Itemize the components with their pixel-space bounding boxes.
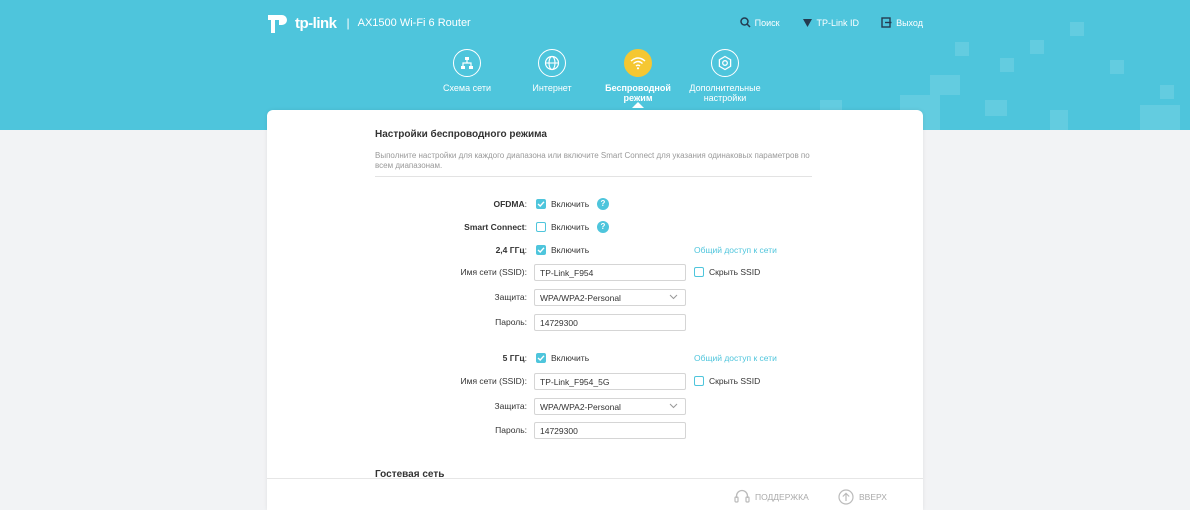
band5-security-row: Защита: WPA/WPA2-Personal	[267, 398, 923, 415]
network-map-icon	[453, 49, 481, 77]
band24-password-row: Пароль: 14729300	[267, 314, 923, 331]
band24-password-input[interactable]: 14729300	[534, 314, 686, 331]
band5-checkbox[interactable]	[536, 353, 546, 363]
nav-internet-label: Интернет	[532, 83, 572, 93]
band5-security-select[interactable]: WPA/WPA2-Personal	[534, 398, 686, 415]
support-button[interactable]: ПОДДЕРЖКА	[734, 489, 809, 504]
band5-ssid-label: Имя сети (SSID):	[460, 376, 528, 386]
search-icon	[739, 17, 751, 28]
tplink-id-link[interactable]: TP-Link ID	[802, 17, 860, 28]
logout-label: Выход	[896, 17, 923, 28]
nav-internet[interactable]: Интернет	[507, 49, 597, 93]
band24-option-label: Включить	[551, 245, 590, 255]
footer-bar: ПОДДЕРЖКА ВВЕРХ	[267, 478, 923, 510]
ofdma-label: OFDMA:	[493, 199, 527, 209]
wireless-settings-card: Настройки беспроводного режима Выполните…	[267, 110, 923, 510]
band24-hide-ssid-label: Скрыть SSID	[709, 267, 761, 277]
band5-password-row: Пароль: 14729300	[267, 422, 923, 439]
band24-label: 2,4 ГГц:	[495, 245, 527, 255]
smart-connect-checkbox[interactable]	[536, 222, 546, 232]
back-to-top-button[interactable]: ВВЕРХ	[838, 489, 887, 505]
band24-row: 2,4 ГГц: Включить Общий доступ к сети	[267, 242, 923, 258]
band5-ssid-row: Имя сети (SSID): TP-Link_F954_5G Скрыть …	[267, 373, 923, 390]
top-links: Поиск TP-Link ID Выход	[718, 17, 923, 28]
arrow-up-icon	[838, 489, 854, 505]
headset-icon	[734, 489, 750, 503]
band5-option-label: Включить	[551, 353, 590, 363]
band24-security-value: WPA/WPA2-Personal	[540, 293, 621, 303]
nav-network-map-label: Схема сети	[443, 83, 491, 93]
band5-share-link[interactable]: Общий доступ к сети	[694, 353, 777, 363]
page-title: Настройки беспроводного режима	[375, 129, 547, 140]
ofdma-option-label: Включить	[551, 199, 590, 209]
nav-advanced-label: Дополнительные настройки	[689, 83, 761, 103]
band24-ssid-input[interactable]: TP-Link_F954	[534, 264, 686, 281]
smart-connect-row: Smart Connect: Включить ?	[267, 219, 923, 235]
band24-checkbox[interactable]	[536, 245, 546, 255]
nav-network-map[interactable]: Схема сети	[422, 49, 512, 93]
band5-label: 5 ГГц:	[502, 353, 527, 363]
ofdma-checkbox[interactable]	[536, 199, 546, 209]
brand-logo: tp-link | AX1500 Wi-Fi 6 Router	[266, 12, 471, 34]
ofdma-help-icon[interactable]: ?	[597, 198, 609, 210]
band5-security-value: WPA/WPA2-Personal	[540, 402, 621, 412]
band24-security-label: Защита:	[494, 292, 527, 302]
model-name: AX1500 Wi-Fi 6 Router	[357, 17, 471, 29]
band24-password-label: Пароль:	[495, 317, 527, 327]
back-to-top-label: ВВЕРХ	[859, 492, 887, 502]
band5-hide-ssid-label: Скрыть SSID	[709, 376, 761, 386]
page-description: Выполните настройки для каждого диапазон…	[375, 151, 812, 177]
support-label: ПОДДЕРЖКА	[755, 491, 809, 502]
tplink-id-icon	[802, 19, 812, 27]
nav-wireless[interactable]: Беспроводной режим	[593, 49, 683, 103]
band5-security-label: Защита:	[494, 401, 527, 411]
gear-icon	[711, 49, 739, 77]
chevron-down-icon	[669, 403, 678, 409]
band24-ssid-label: Имя сети (SSID):	[460, 267, 528, 277]
band5-hide-ssid-checkbox[interactable]	[694, 376, 704, 386]
globe-icon	[538, 49, 566, 77]
brand-name: tp-link	[295, 14, 337, 32]
band24-share-link[interactable]: Общий доступ к сети	[694, 245, 777, 255]
nav-wireless-label: Беспроводной режим	[605, 83, 671, 103]
band24-ssid-row: Имя сети (SSID): TP-Link_F954 Скрыть SSI…	[267, 264, 923, 281]
chevron-down-icon	[669, 294, 678, 300]
band5-password-input[interactable]: 14729300	[534, 422, 686, 439]
nav-advanced[interactable]: Дополнительные настройки	[680, 49, 770, 103]
band5-row: 5 ГГц: Включить Общий доступ к сети	[267, 350, 923, 366]
tplink-id-label: TP-Link ID	[816, 17, 860, 28]
brand-separator: |	[346, 16, 350, 30]
ofdma-row: OFDMA: Включить ?	[267, 196, 923, 212]
wifi-icon	[624, 49, 652, 77]
band24-security-row: Защита: WPA/WPA2-Personal	[267, 289, 923, 306]
band24-hide-ssid-checkbox[interactable]	[694, 267, 704, 277]
search-link[interactable]: Поиск	[739, 17, 780, 28]
smart-connect-help-icon[interactable]: ?	[597, 221, 609, 233]
logout-link[interactable]: Выход	[881, 17, 923, 28]
band5-password-label: Пароль:	[495, 425, 527, 435]
smart-connect-label: Smart Connect:	[464, 222, 527, 232]
band5-ssid-input[interactable]: TP-Link_F954_5G	[534, 373, 686, 390]
tp-link-logo-icon	[266, 12, 290, 34]
search-link-label: Поиск	[754, 17, 780, 28]
smart-connect-option-label: Включить	[551, 222, 590, 232]
band24-security-select[interactable]: WPA/WPA2-Personal	[534, 289, 686, 306]
logout-icon	[881, 17, 892, 28]
nav-active-pointer	[632, 102, 644, 108]
